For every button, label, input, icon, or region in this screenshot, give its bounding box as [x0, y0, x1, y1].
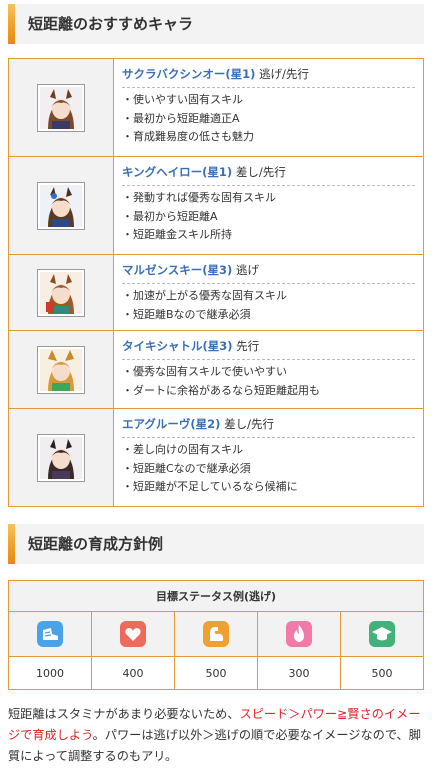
character-image-cell — [8, 408, 114, 507]
list-item: ・最初から短距離A — [122, 209, 218, 223]
list-item: ・短距離Bなので継承必須 — [122, 307, 251, 321]
stat-value-row: 1000 400 500 300 500 — [8, 656, 424, 690]
character-points: ・優秀な固有スキルで使いやすい ・ダートに余裕があるなら短距離起用も — [122, 363, 415, 400]
character-name-line[interactable]: キングヘイロー(星1) 差し/先行 — [122, 161, 415, 183]
character-image-cell — [8, 156, 114, 255]
stat-icon-cell — [174, 611, 258, 657]
character-name-line[interactable]: タイキシャトル(星3) 先行 — [122, 335, 415, 357]
paragraph-text: 短距離はスタミナがあまり必要ないため、 — [8, 707, 240, 721]
running-style: 差し/先行 — [224, 417, 274, 431]
stat-icon-row — [8, 611, 424, 657]
running-style: 差し/先行 — [235, 165, 286, 179]
character-image-cell — [8, 58, 114, 157]
character-image-cell — [8, 254, 114, 331]
dashed-divider — [122, 283, 415, 284]
character-name[interactable]: キングヘイロー(星1) — [122, 165, 232, 179]
character-info-cell: エアグルーヴ(星2) 差し/先行 ・差し向けの固有スキル ・短距離Cなので継承必… — [113, 408, 424, 507]
table-header: 目標ステータス例(逃げ) — [8, 580, 424, 612]
character-portrait-icon[interactable] — [37, 268, 85, 317]
table-row: タイキシャトル(星3) 先行 ・優秀な固有スキルで使いやすい ・ダートに余裕があ… — [8, 330, 424, 409]
table-row: エアグルーヴ(星2) 差し/先行 ・差し向けの固有スキル ・短距離Cなので継承必… — [8, 408, 424, 507]
character-info-cell: サクラバクシンオー(星1) 逃げ/先行 ・使いやすい固有スキル ・最初から短距離… — [113, 58, 424, 157]
character-name[interactable]: エアグルーヴ(星2) — [122, 417, 220, 431]
section-heading-sprint-characters: 短距離のおすすめキャラ — [8, 4, 424, 44]
table-row: マルゼンスキー(星3) 逃げ ・加速が上がる優秀な固有スキル ・短距離Bなので継… — [8, 254, 424, 331]
character-points: ・差し向けの固有スキル ・短距離Cなので継承必須 ・短距離が不足しているなら候補… — [122, 441, 415, 497]
wisdom-cap-icon — [369, 621, 395, 647]
list-item: ・発動すれば優秀な固有スキル — [122, 191, 276, 204]
dashed-divider — [122, 185, 415, 186]
character-image-cell — [8, 330, 114, 409]
heading-accent-bar — [8, 524, 15, 564]
running-style: 逃げ/先行 — [259, 67, 309, 81]
character-name[interactable]: サクラバクシンオー(星1) — [122, 67, 255, 81]
character-portrait-icon[interactable] — [37, 181, 85, 230]
stat-value-power: 500 — [174, 656, 258, 690]
character-points: ・発動すれば優秀な固有スキル ・最初から短距離A ・短距離金スキル所持 — [122, 189, 415, 245]
list-item: ・ダートに余裕があるなら短距離起用も — [122, 383, 320, 397]
dashed-divider — [122, 437, 415, 438]
power-arm-icon — [203, 621, 229, 647]
list-item: ・育成難易度の低さも魅力 — [122, 130, 254, 143]
dashed-divider — [122, 359, 415, 360]
character-table: サクラバクシンオー(星1) 逃げ/先行 ・使いやすい固有スキル ・最初から短距離… — [8, 58, 424, 507]
table-header-row: 目標ステータス例(逃げ) — [8, 580, 424, 612]
section-heading-training-policy: 短距離の育成方針例 — [8, 524, 424, 564]
list-item: ・短距離Cなので継承必須 — [122, 461, 251, 475]
section-title: 短距離のおすすめキャラ — [28, 15, 194, 33]
speed-shoe-icon — [37, 621, 63, 647]
list-item: ・加速が上がる優秀な固有スキル — [122, 289, 287, 302]
character-name[interactable]: タイキシャトル(星3) — [122, 339, 233, 353]
character-name-line[interactable]: マルゼンスキー(星3) 逃げ — [122, 259, 415, 281]
list-item: ・差し向けの固有スキル — [122, 443, 243, 456]
stat-icon-cell — [8, 611, 92, 657]
character-info-cell: キングヘイロー(星1) 差し/先行 ・発動すれば優秀な固有スキル ・最初から短距… — [113, 156, 424, 255]
dashed-divider — [122, 87, 415, 88]
table-row: キングヘイロー(星1) 差し/先行 ・発動すれば優秀な固有スキル ・最初から短距… — [8, 156, 424, 255]
running-style: 先行 — [236, 339, 260, 353]
stat-value-wisdom: 500 — [340, 656, 424, 690]
stat-icon-cell — [257, 611, 341, 657]
character-info-cell: マルゼンスキー(星3) 逃げ ・加速が上がる優秀な固有スキル ・短距離Bなので継… — [113, 254, 424, 331]
list-item: ・使いやすい固有スキル — [122, 93, 243, 106]
stat-value-guts: 300 — [257, 656, 341, 690]
stamina-heart-icon — [120, 621, 146, 647]
table-row: サクラバクシンオー(星1) 逃げ/先行 ・使いやすい固有スキル ・最初から短距離… — [8, 58, 424, 157]
stat-icon-cell — [91, 611, 175, 657]
running-style: 逃げ — [235, 263, 259, 277]
list-item: ・最初から短距離適正A — [122, 111, 240, 125]
list-item: ・短距離が不足しているなら候補に — [122, 480, 298, 493]
stat-value-stamina: 400 — [91, 656, 175, 690]
list-item: ・優秀な固有スキルで使いやすい — [122, 365, 287, 378]
heading-accent-bar — [8, 4, 15, 44]
character-name[interactable]: マルゼンスキー(星3) — [122, 263, 232, 277]
character-points: ・加速が上がる優秀な固有スキル ・短距離Bなので継承必須 — [122, 287, 415, 324]
training-policy-paragraph: 短距離はスタミナがあまり必要ないため、スピード＞パワー≧賢さのイメージで育成しよ… — [8, 704, 424, 767]
target-stats-table: 目標ステータス例(逃げ) 1000 400 500 300 500 — [8, 580, 424, 690]
section-title: 短距離の育成方針例 — [28, 535, 164, 553]
character-name-line[interactable]: サクラバクシンオー(星1) 逃げ/先行 — [122, 63, 415, 85]
character-points: ・使いやすい固有スキル ・最初から短距離適正A ・育成難易度の低さも魅力 — [122, 91, 415, 147]
stat-icon-cell — [340, 611, 424, 657]
character-info-cell: タイキシャトル(星3) 先行 ・優秀な固有スキルで使いやすい ・ダートに余裕があ… — [113, 330, 424, 409]
character-name-line[interactable]: エアグルーヴ(星2) 差し/先行 — [122, 413, 415, 435]
character-portrait-icon[interactable] — [37, 345, 85, 394]
list-item: ・短距離金スキル所持 — [122, 228, 232, 241]
stat-value-speed: 1000 — [8, 656, 92, 690]
guts-flame-icon — [286, 621, 312, 647]
character-portrait-icon[interactable] — [37, 83, 85, 132]
character-portrait-icon[interactable] — [37, 433, 85, 482]
